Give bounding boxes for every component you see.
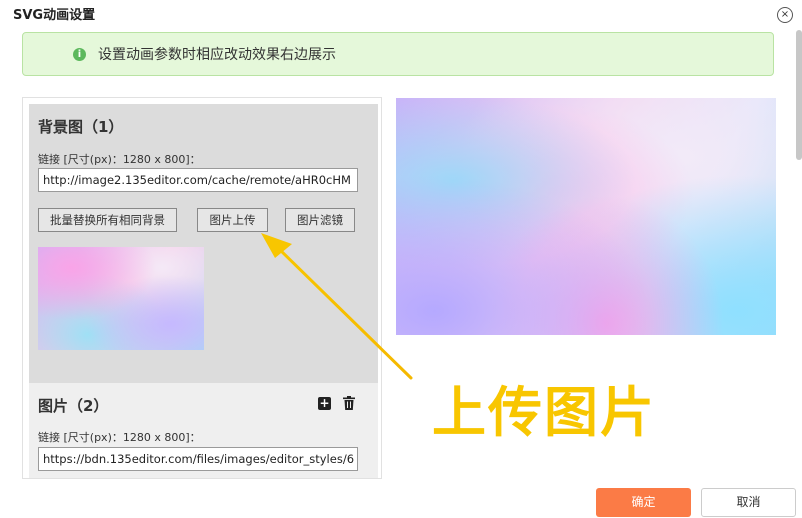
image-section-title: 图片（2） xyxy=(38,397,109,415)
background-section: 背景图（1） 链接 [尺寸(px)：1280 x 800]： http://im… xyxy=(29,104,378,383)
background-section-title: 背景图（1） xyxy=(38,118,124,136)
alert-text: 设置动画参数时相应改动效果右边展示 xyxy=(98,47,336,63)
batch-replace-button[interactable]: 批量替换所有相同背景 xyxy=(38,208,177,232)
annotation-text: 上传图片 xyxy=(432,381,656,444)
upload-image-button[interactable]: 图片上传 xyxy=(197,208,268,232)
cancel-button[interactable]: 取消 xyxy=(701,488,796,517)
scrollbar-thumb[interactable] xyxy=(796,30,802,160)
background-url-input[interactable]: http://image2.135editor.com/cache/remote… xyxy=(38,168,358,192)
image-filter-button[interactable]: 图片滤镜 xyxy=(285,208,355,232)
preview-image xyxy=(396,98,776,335)
image-section: 图片（2） + 链接 [尺寸(px)：1280 x 800]： https://… xyxy=(29,383,378,478)
plus-square-icon[interactable]: + xyxy=(318,397,331,410)
info-alert: i 设置动画参数时相应改动效果右边展示 xyxy=(22,32,774,76)
settings-panel[interactable]: 背景图（1） 链接 [尺寸(px)：1280 x 800]： http://im… xyxy=(22,97,382,479)
info-icon: i xyxy=(73,48,86,61)
confirm-button[interactable]: 确定 xyxy=(596,488,691,517)
background-thumbnail[interactable] xyxy=(38,247,204,350)
background-link-label: 链接 [尺寸(px)：1280 x 800]： xyxy=(38,153,201,166)
close-icon[interactable]: × xyxy=(777,7,793,23)
image-url-input[interactable]: https://bdn.135editor.com/files/images/e… xyxy=(38,447,358,471)
dialog-title: SVG动画设置 xyxy=(13,8,96,23)
image-link-label: 链接 [尺寸(px)：1280 x 800]： xyxy=(38,431,201,444)
trash-icon[interactable] xyxy=(343,396,355,410)
